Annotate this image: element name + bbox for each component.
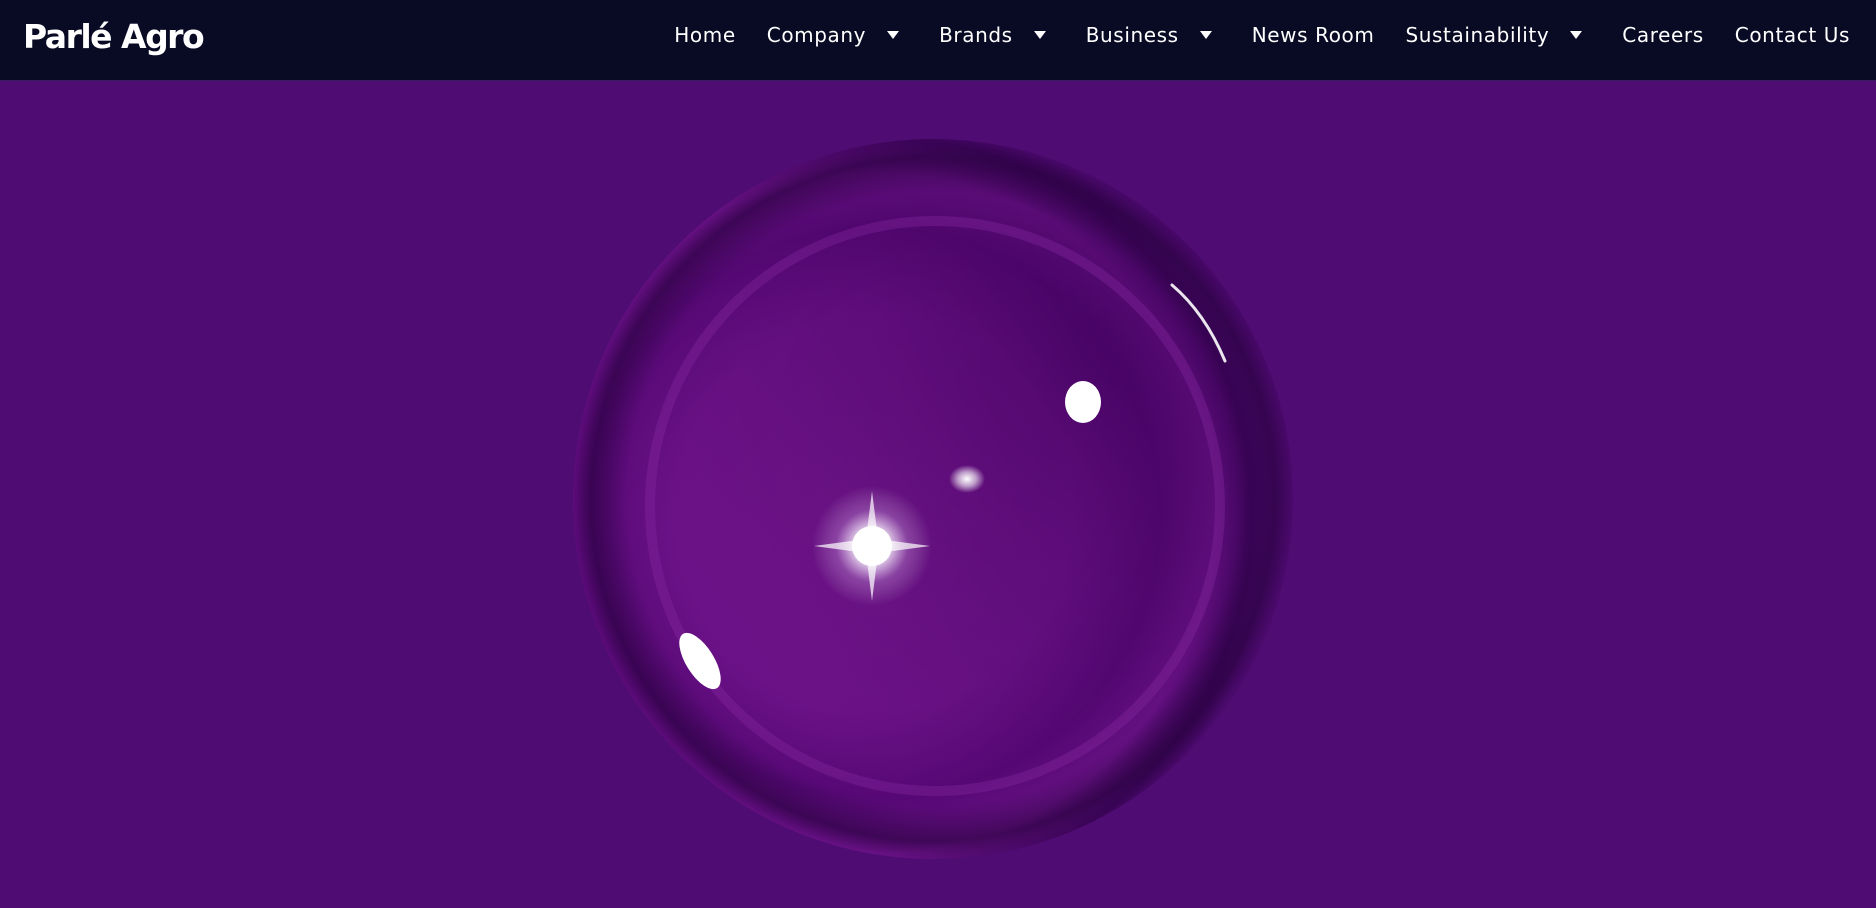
nav-careers-label: Careers: [1622, 23, 1704, 47]
nav-contact-us-label: Contact Us: [1734, 23, 1850, 47]
nav-sustainability-label: Sustainability: [1405, 23, 1550, 47]
sparkle-star: [812, 486, 932, 606]
nav-company-label: Company: [766, 23, 867, 47]
nav-sustainability[interactable]: Sustainability: [1405, 23, 1583, 47]
caret-down-icon: [1199, 31, 1212, 39]
caret-down-icon: [1570, 31, 1583, 39]
hero-section: [0, 81, 1876, 908]
sparkle-small: [949, 465, 985, 493]
nav-news-room-label: News Room: [1251, 23, 1375, 47]
nav-contact-us[interactable]: Contact Us: [1735, 23, 1850, 47]
site-header: Parlé Agro Home Company Brands Business …: [0, 0, 1876, 81]
nav-brands[interactable]: Brands: [939, 23, 1047, 47]
caret-down-icon: [887, 31, 900, 39]
nav-business-label: Business: [1085, 23, 1179, 47]
purple-bubble-illustration: [573, 139, 1293, 859]
parle-agro-logo[interactable]: Parlé Agro: [23, 17, 205, 57]
nav-home-label: Home: [674, 23, 736, 47]
caret-down-icon: [1033, 31, 1046, 39]
nav-business[interactable]: Business: [1086, 23, 1213, 47]
nav-home[interactable]: Home: [674, 23, 735, 47]
nav-news-room[interactable]: News Room: [1252, 23, 1375, 47]
main-navigation: Home Company Brands Business News Room S…: [674, 0, 1850, 70]
nav-company[interactable]: Company: [767, 23, 900, 47]
nav-careers[interactable]: Careers: [1622, 23, 1703, 47]
nav-brands-label: Brands: [939, 23, 1013, 47]
bubble-rim: [573, 139, 1293, 859]
highlight-oval-top: [1065, 381, 1101, 423]
